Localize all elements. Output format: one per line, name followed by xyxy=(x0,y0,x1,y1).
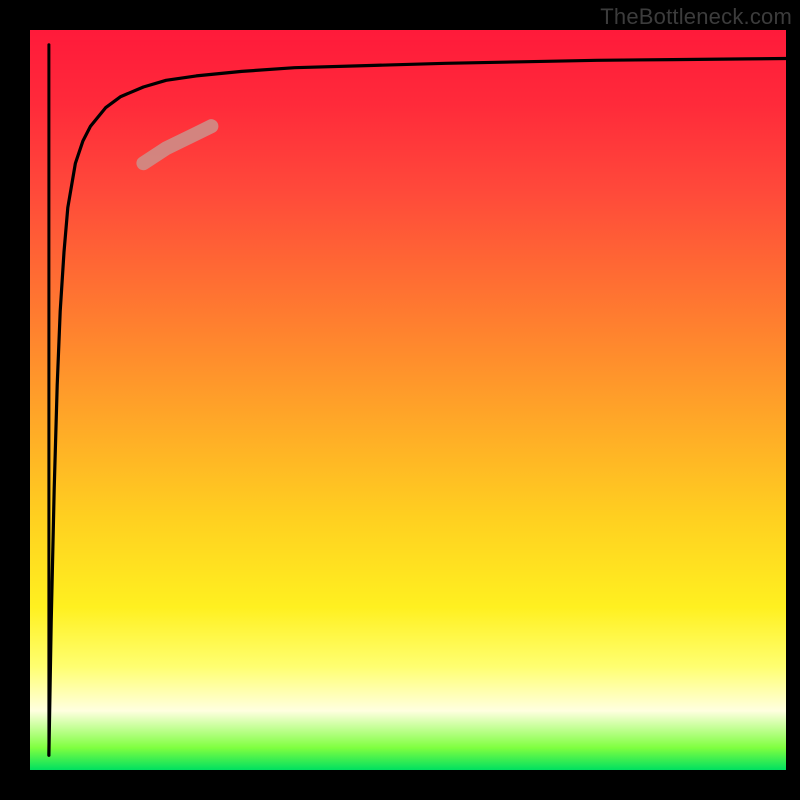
chart-frame: TheBottleneck.com xyxy=(0,0,800,800)
plot-area xyxy=(30,30,786,770)
watermark-text: TheBottleneck.com xyxy=(600,4,792,30)
